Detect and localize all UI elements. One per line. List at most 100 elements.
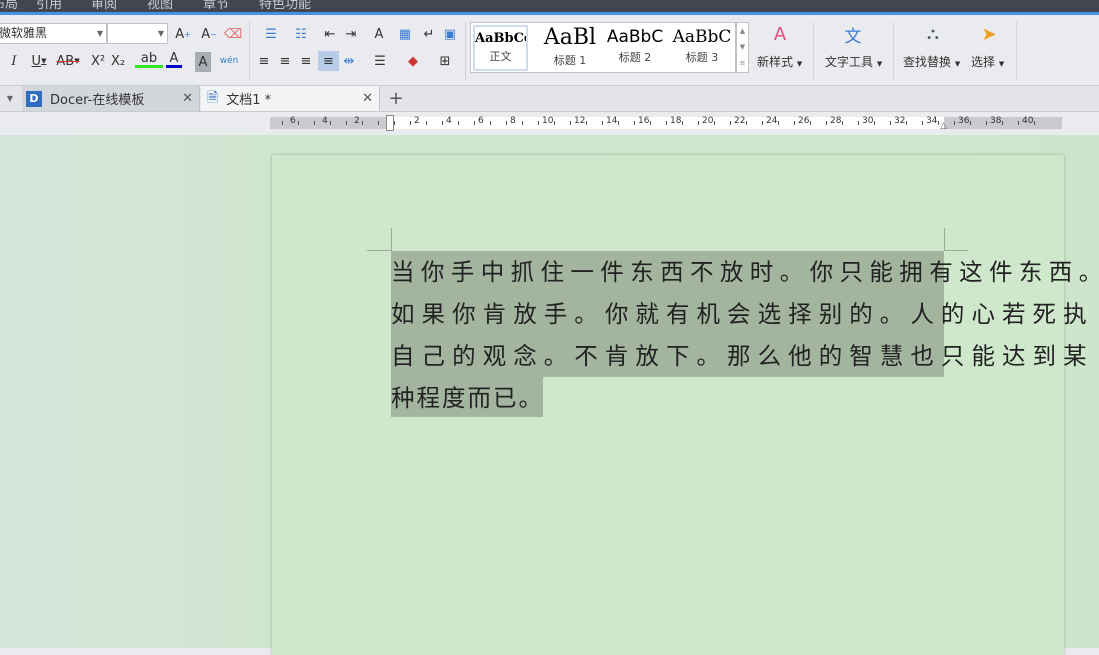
table-icon[interactable]: ▦ — [397, 24, 413, 44]
style-gallery-scroll[interactable]: ▲ ▼ ≡ — [736, 22, 749, 73]
menu-chapter[interactable]: 章节 — [203, 0, 229, 12]
style-label: 标题 2 — [618, 51, 652, 64]
ruler-number: 38 — [990, 116, 1002, 126]
font-name-select[interactable]: 微软雅黑 ▼ — [0, 23, 107, 44]
new-style-button[interactable]: 新样式 ▼ — [757, 53, 802, 70]
ruler-tick — [682, 121, 683, 125]
subscript-icon[interactable]: X₂ — [110, 51, 126, 71]
ruler-tick — [378, 121, 379, 125]
ruler-tick — [394, 121, 395, 125]
ruler-tick — [874, 121, 875, 125]
borders-icon[interactable]: ⊞ — [432, 51, 458, 71]
corner-mark — [391, 228, 392, 251]
justify-icon[interactable]: ≡ — [318, 51, 339, 71]
ruler-tick — [650, 121, 651, 125]
menu-features[interactable]: 特色功能 — [259, 0, 311, 12]
ruler-tick — [538, 121, 539, 125]
tab-docer[interactable]: D Docer-在线模板 ✕ — [22, 86, 200, 111]
horizontal-ruler[interactable]: 6 4 2 2 4 6 8 10 12 14 16 18 20 22 24 26 28 30 32 34 36 38 40 … — [270, 115, 1062, 131]
ruler-tick — [410, 121, 411, 125]
align-left-icon[interactable]: ≡ — [256, 51, 272, 71]
ruler-number: 28 — [830, 116, 842, 126]
italic-icon[interactable]: I — [6, 51, 22, 71]
ruler-number: 30 — [862, 116, 874, 126]
ruler-number: 24 — [766, 116, 778, 126]
style-preview: AaBbC — [672, 27, 732, 47]
paragraph-mark-icon[interactable]: ↵ — [421, 24, 437, 44]
grow-font-icon[interactable]: A + — [174, 24, 192, 44]
text-tools-button[interactable]: 文字工具 ▼ — [825, 53, 882, 70]
select-label: 选择 — [971, 55, 996, 69]
decrease-indent-icon[interactable]: ⇤ — [322, 24, 338, 44]
ruler-number: 6 — [290, 116, 296, 126]
document-tabs: ▼ D Docer-在线模板 ✕ 🗎 文档1 * ✕ + — [0, 86, 1099, 112]
style-heading-3[interactable]: AaBbC 标题 3 — [671, 25, 733, 71]
ruler-tick — [842, 121, 843, 125]
show-layout-icon[interactable]: ▣ — [442, 24, 458, 44]
clear-format-icon[interactable]: ⌫ — [224, 24, 242, 44]
ruler-tick — [794, 121, 795, 125]
ruler-tick — [314, 121, 315, 125]
ruler-number: 26 — [798, 116, 810, 126]
menu-references[interactable]: 引用 — [36, 0, 62, 12]
close-icon[interactable]: ✕ — [182, 91, 193, 106]
ruler-number: 32 — [894, 116, 906, 126]
underline-icon[interactable]: U ▼ — [26, 51, 52, 71]
highlight-icon[interactable]: ab — [135, 51, 163, 68]
ruler-number: 4 — [322, 116, 328, 126]
text-line[interactable]: 种程度而已。 — [391, 377, 543, 417]
close-icon[interactable]: ✕ — [362, 91, 373, 106]
style-normal[interactable]: AaBbCcI 正文 — [473, 25, 528, 71]
find-replace-button[interactable]: 查找替换 ▼ — [903, 53, 960, 70]
text-line[interactable]: 自己的观念。不肯放下。那么他的智慧也只能达到某 — [391, 335, 1087, 377]
corner-mark — [944, 250, 968, 251]
distributed-icon[interactable]: ⇹ — [341, 51, 357, 71]
style-heading-1[interactable]: AaBl 标题 1 — [539, 25, 601, 71]
ruler-number: 36 — [958, 116, 970, 126]
text-direction-icon[interactable]: A — [367, 24, 391, 44]
divider — [893, 22, 894, 80]
ruler-tick — [730, 121, 731, 125]
menu-review[interactable]: 审阅 — [91, 0, 117, 12]
line-spacing-icon[interactable]: ☰ — [367, 51, 393, 71]
ruler-number: 4 — [446, 116, 452, 126]
pinyin-icon[interactable]: wén — [216, 51, 242, 71]
tab-document1[interactable]: 🗎 文档1 * ✕ — [201, 86, 380, 111]
text-line[interactable]: 当你手中抓住一件东西不放时。你只能拥有这件东西。 — [391, 251, 1099, 293]
ruler-number: 8 — [510, 116, 516, 126]
docer-logo-icon: D — [26, 90, 42, 107]
style-gallery: AaBbCcI 正文 AaBl 标题 1 AaBbC 标题 2 AaBbC 标题 3 — [470, 22, 736, 73]
menu-view[interactable]: 视图 — [147, 0, 173, 12]
ruler-tick — [570, 121, 571, 125]
text-line[interactable]: 如果你肯放手。你就有机会选择别的。人的心若死执 — [391, 293, 1087, 335]
font-color-icon[interactable]: A — [166, 51, 182, 68]
right-indent-marker[interactable]: △ — [940, 121, 947, 131]
bullet-list-icon[interactable]: ☰ — [256, 24, 286, 44]
shading-icon[interactable]: ◆ — [400, 51, 426, 71]
ruler-tick — [810, 121, 811, 125]
char-shading-icon[interactable]: A — [195, 52, 211, 72]
strikethrough-icon[interactable]: AB ▼ — [55, 51, 81, 71]
ruler-tick — [666, 121, 667, 125]
ruler-tick — [346, 121, 347, 125]
ruler-tick — [506, 121, 507, 125]
numbered-list-icon[interactable]: ☷ — [288, 24, 314, 44]
align-center-icon[interactable]: ≡ — [277, 51, 293, 71]
font-size-select[interactable]: ▼ — [107, 23, 168, 44]
new-style-icon: A — [773, 23, 787, 45]
ruler-tick — [714, 121, 715, 125]
increase-indent-icon[interactable]: ⇥ — [343, 24, 359, 44]
align-right-icon[interactable]: ≡ — [298, 51, 314, 71]
ruler-tick — [954, 121, 955, 125]
indent-marker[interactable] — [386, 115, 394, 131]
style-heading-2[interactable]: AaBbC 标题 2 — [604, 25, 666, 71]
tab-list-dropdown[interactable]: ▼ — [0, 86, 20, 111]
new-tab-button[interactable]: + — [386, 86, 406, 111]
ruler-tick — [490, 121, 491, 125]
menu-layout[interactable]: 布局 — [0, 0, 18, 12]
shrink-font-icon[interactable]: A − — [200, 24, 218, 44]
select-button[interactable]: 选择 ▼ — [971, 53, 1004, 70]
ruler-number: 10 — [542, 116, 554, 126]
style-preview: AaBbC — [606, 27, 664, 47]
superscript-icon[interactable]: X² — [90, 51, 106, 71]
